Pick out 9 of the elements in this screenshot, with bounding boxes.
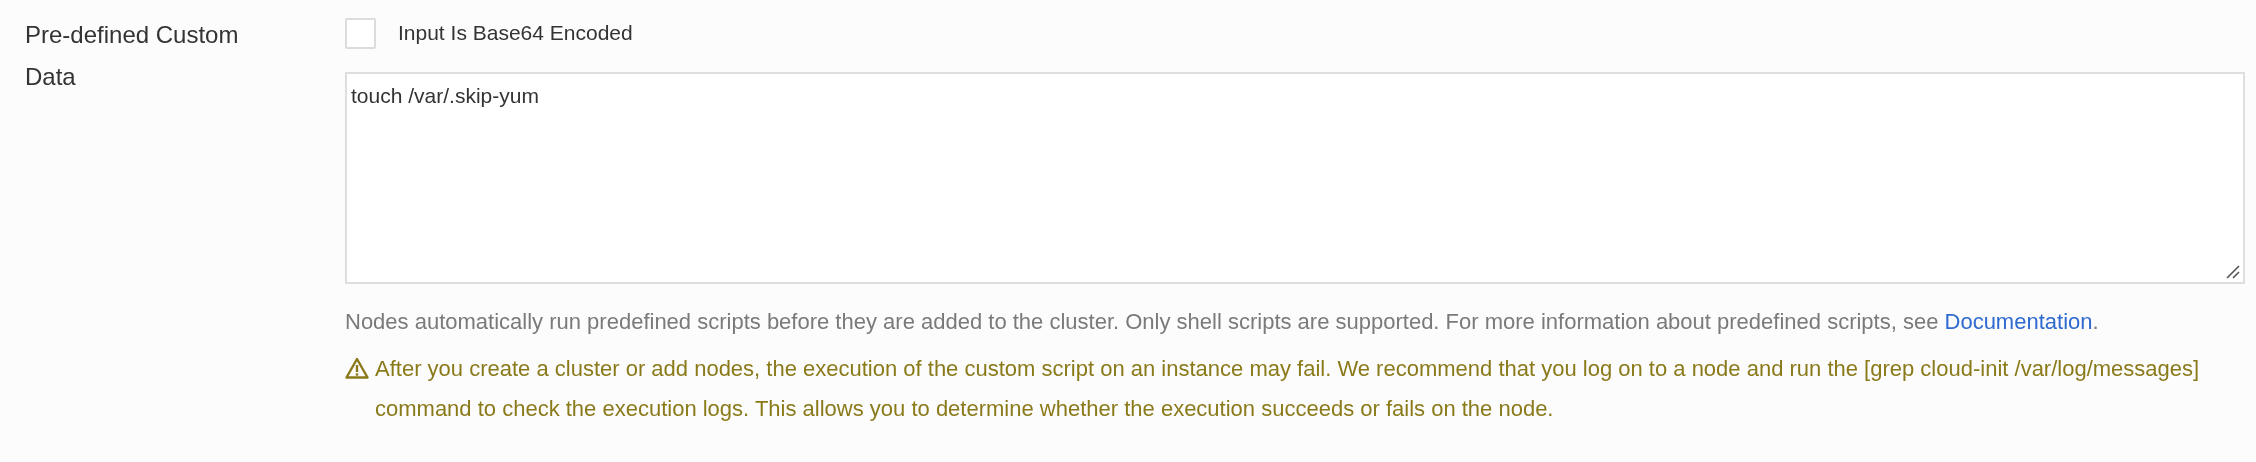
help-text: Nodes automatically run predefined scripts before they are added to the cluster. Only shell scripts are supported. For more information about predefined scripts, see Documentation. bbox=[345, 308, 2100, 336]
documentation-link[interactable]: Documentation bbox=[1944, 309, 2093, 334]
field-label: Pre-defined Custom Data bbox=[25, 20, 240, 92]
checkbox-label: Input Is Base64 Encoded bbox=[398, 20, 633, 47]
checkbox[interactable] bbox=[345, 17, 376, 49]
warning-icon bbox=[345, 357, 369, 379]
script-textarea[interactable]: touch /var/.skip-yum bbox=[345, 72, 2245, 284]
resize-handle-icon[interactable] bbox=[2226, 265, 2240, 279]
warning-text: After you create a cluster or add nodes, the execution of the custom script on an instance may fail. We recommend that you log on to a node and run the [grep cloud-init /var/log/messages] command to check the execution logs. This allows you to determine whether the execution succeeds or fails on the node. bbox=[375, 355, 2201, 423]
